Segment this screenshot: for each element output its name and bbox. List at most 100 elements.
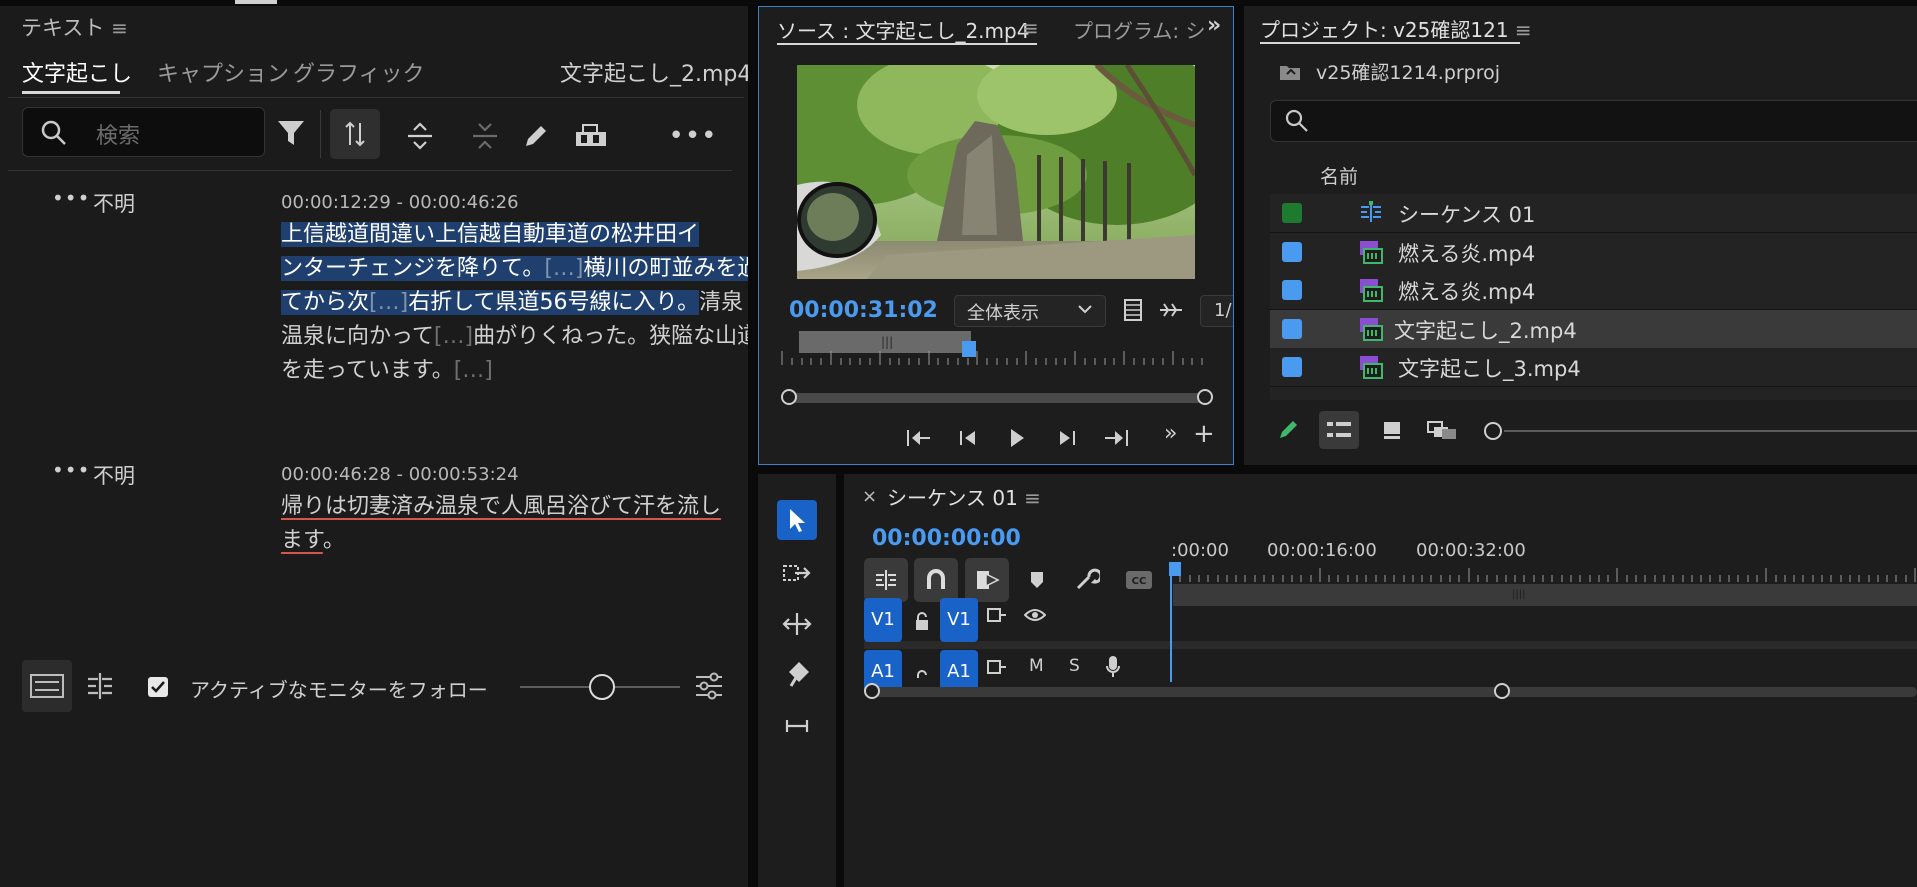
project-item-row[interactable]: シーケンス 01 xyxy=(1270,194,1917,233)
nest-sequence-button[interactable] xyxy=(864,558,908,602)
transcript-line[interactable]: てから次[…]右折して県道56号線に入り。清泉 xyxy=(281,286,743,320)
source-time-ruler[interactable] xyxy=(781,347,1211,365)
name-column-header[interactable]: 名前 xyxy=(1320,162,1358,189)
transcript-word[interactable]: 横川の町並みを過ぎ xyxy=(583,256,748,281)
zoom-bar-start-handle[interactable] xyxy=(781,389,797,405)
list-view-button[interactable] xyxy=(1319,411,1359,449)
folder-up-icon[interactable] xyxy=(1276,58,1304,86)
transcript-word[interactable]: […] xyxy=(454,358,493,383)
project-item-row[interactable]: 文字起こし_2.mp4 xyxy=(1270,309,1917,349)
sync-transcript-button[interactable] xyxy=(330,109,380,159)
sync-lock-icon[interactable] xyxy=(985,604,1009,626)
step-back-icon[interactable] xyxy=(954,424,982,452)
label-color-swatch[interactable] xyxy=(1282,203,1302,223)
panel-menu-icon[interactable]: ≡ xyxy=(111,16,128,40)
transcript-word[interactable]: […] xyxy=(434,324,473,349)
transcript-line[interactable]: 帰りは切妻済み温泉で人風呂浴びて汗を流し xyxy=(281,490,721,524)
eye-icon[interactable] xyxy=(1022,604,1048,626)
film-icon[interactable] xyxy=(1119,296,1147,324)
transcript-word[interactable]: 上信越道間違い上信越自動車道の松井田イ xyxy=(281,222,700,247)
transcript-line[interactable]: ンターチェンジを降りて。[…]横川の町並みを過ぎ xyxy=(281,252,748,286)
transcript-search-input[interactable]: 検索 xyxy=(22,107,265,157)
microphone-icon[interactable] xyxy=(1102,654,1124,680)
go-to-in-icon[interactable] xyxy=(903,424,933,452)
slip-tool-icon[interactable] xyxy=(777,704,817,744)
panel-menu-icon[interactable]: ≡ xyxy=(1515,18,1532,42)
transcript-word[interactable]: ンターチェンジを降りて。 xyxy=(281,256,545,281)
collapse-icon[interactable] xyxy=(465,116,505,156)
tab-transcript[interactable]: 文字起こし xyxy=(22,56,132,88)
mute-button[interactable]: M xyxy=(1029,656,1044,676)
label-color-swatch[interactable] xyxy=(1282,318,1302,339)
settings-sliders-icon[interactable] xyxy=(691,668,727,704)
timeline-zoom-track[interactable] xyxy=(872,687,1917,697)
razor-tool-icon[interactable] xyxy=(777,654,817,694)
step-forward-icon[interactable] xyxy=(1053,424,1081,452)
ripple-edit-tool-icon[interactable] xyxy=(777,604,817,644)
transcript-line[interactable]: を走っています。[…] xyxy=(281,354,721,388)
wrench-icon[interactable] xyxy=(1072,564,1102,594)
tab-captions[interactable]: キャプション xyxy=(157,56,289,88)
more-panels-icon[interactable]: » xyxy=(1207,13,1221,38)
transcript-word[interactable]: 清泉 xyxy=(699,290,743,315)
play-icon[interactable] xyxy=(1003,424,1031,452)
expand-icon[interactable] xyxy=(400,116,440,156)
add-marker-icon[interactable] xyxy=(1024,566,1050,594)
zoom-bar-end-handle[interactable] xyxy=(1197,389,1213,405)
project-item-row[interactable]: 燃える炎.mp4 xyxy=(1270,232,1917,272)
source-patch-v1[interactable]: V1 xyxy=(864,598,902,642)
label-color-swatch[interactable] xyxy=(1282,280,1302,300)
more-transport-icon[interactable]: » xyxy=(1164,421,1177,446)
transcript-line[interactable]: 上信越道間違い上信越自動車道の松井田イ xyxy=(281,218,721,252)
speaker-label[interactable]: 不明 xyxy=(93,188,135,218)
timeline-timecode[interactable]: 00:00:00:00 xyxy=(872,526,1021,551)
insert-clip-icon[interactable] xyxy=(570,116,612,156)
speaker-more-icon[interactable]: ••• xyxy=(52,186,90,210)
icon-view-icon[interactable] xyxy=(1376,414,1408,446)
snap-button[interactable] xyxy=(914,558,958,602)
project-item-row[interactable]: 燃える炎.mp4 xyxy=(1270,271,1917,310)
text-size-slider-handle[interactable] xyxy=(589,674,615,700)
transcript-word[interactable]: 右折して県道56号線に入り。 xyxy=(408,290,700,315)
thumbnail-size-handle[interactable] xyxy=(1484,422,1502,440)
label-color-swatch[interactable] xyxy=(1282,357,1302,377)
transcript-line[interactable]: ます。 xyxy=(281,524,721,558)
project-search-input[interactable] xyxy=(1270,100,1917,142)
speaker-label[interactable]: 不明 xyxy=(93,460,135,490)
selection-tool-button[interactable] xyxy=(777,500,817,540)
label-color-swatch[interactable] xyxy=(1282,241,1302,262)
timeline-zoom-start-handle[interactable] xyxy=(864,683,880,699)
tab-graphics[interactable]: グラフィック xyxy=(293,56,425,88)
transcript-word[interactable]: ます xyxy=(281,528,323,553)
transcript-word[interactable]: を走っています。 xyxy=(281,358,454,383)
linked-selection-button[interactable] xyxy=(965,558,1009,602)
source-timecode[interactable]: 00:00:31:02 xyxy=(789,298,938,323)
transcript-word[interactable]: 。 xyxy=(323,528,345,553)
tab-project[interactable]: プロジェクト: v25確認121 ≡ xyxy=(1260,14,1532,43)
tab-program[interactable]: プログラム: シ xyxy=(1073,15,1206,44)
panel-menu-icon[interactable]: ≡ xyxy=(1024,486,1041,510)
video-frame[interactable] xyxy=(797,65,1195,279)
resolution-select[interactable]: 1/ xyxy=(1200,295,1233,327)
transcript-word[interactable]: 曲がりくねった。狭隘な山道 xyxy=(473,324,748,349)
sync-lock-icon[interactable] xyxy=(985,656,1009,678)
transcript-segment-text[interactable]: 上信越道間違い上信越自動車道の松井田イ ンターチェンジを降りて。[…]横川の町並み… xyxy=(281,218,748,388)
timeline-zoom-end-handle[interactable] xyxy=(1494,683,1510,699)
transcript-word[interactable]: 帰りは切妻済み温泉で人風呂浴びて汗を流し xyxy=(281,494,721,519)
more-options-icon[interactable]: ••• xyxy=(669,116,717,156)
transcript-word[interactable]: てから次 xyxy=(281,290,370,315)
add-button-icon[interactable]: + xyxy=(1193,419,1215,449)
transcript-segment-text[interactable]: 帰りは切妻済み温泉で人風呂浴びて汗を流し ます。 xyxy=(281,490,721,558)
pencil-icon[interactable] xyxy=(516,116,556,156)
close-icon[interactable]: × xyxy=(862,486,877,507)
zoom-bar-track[interactable] xyxy=(789,393,1205,403)
work-area-bar[interactable] xyxy=(1173,584,1917,606)
project-item-row[interactable]: 文字起こし_3.mp4 xyxy=(1270,348,1917,387)
captions-icon[interactable]: CC xyxy=(1122,566,1156,594)
follow-monitor-label[interactable]: アクティブなモニターをフォロー xyxy=(190,674,488,703)
zoom-select[interactable]: 全体表示 xyxy=(954,295,1106,327)
export-frame-icon[interactable] xyxy=(1157,296,1185,324)
filter-icon[interactable] xyxy=(273,114,309,150)
track-target-v1[interactable]: V1 xyxy=(940,598,978,642)
speaker-more-icon[interactable]: ••• xyxy=(52,458,90,482)
